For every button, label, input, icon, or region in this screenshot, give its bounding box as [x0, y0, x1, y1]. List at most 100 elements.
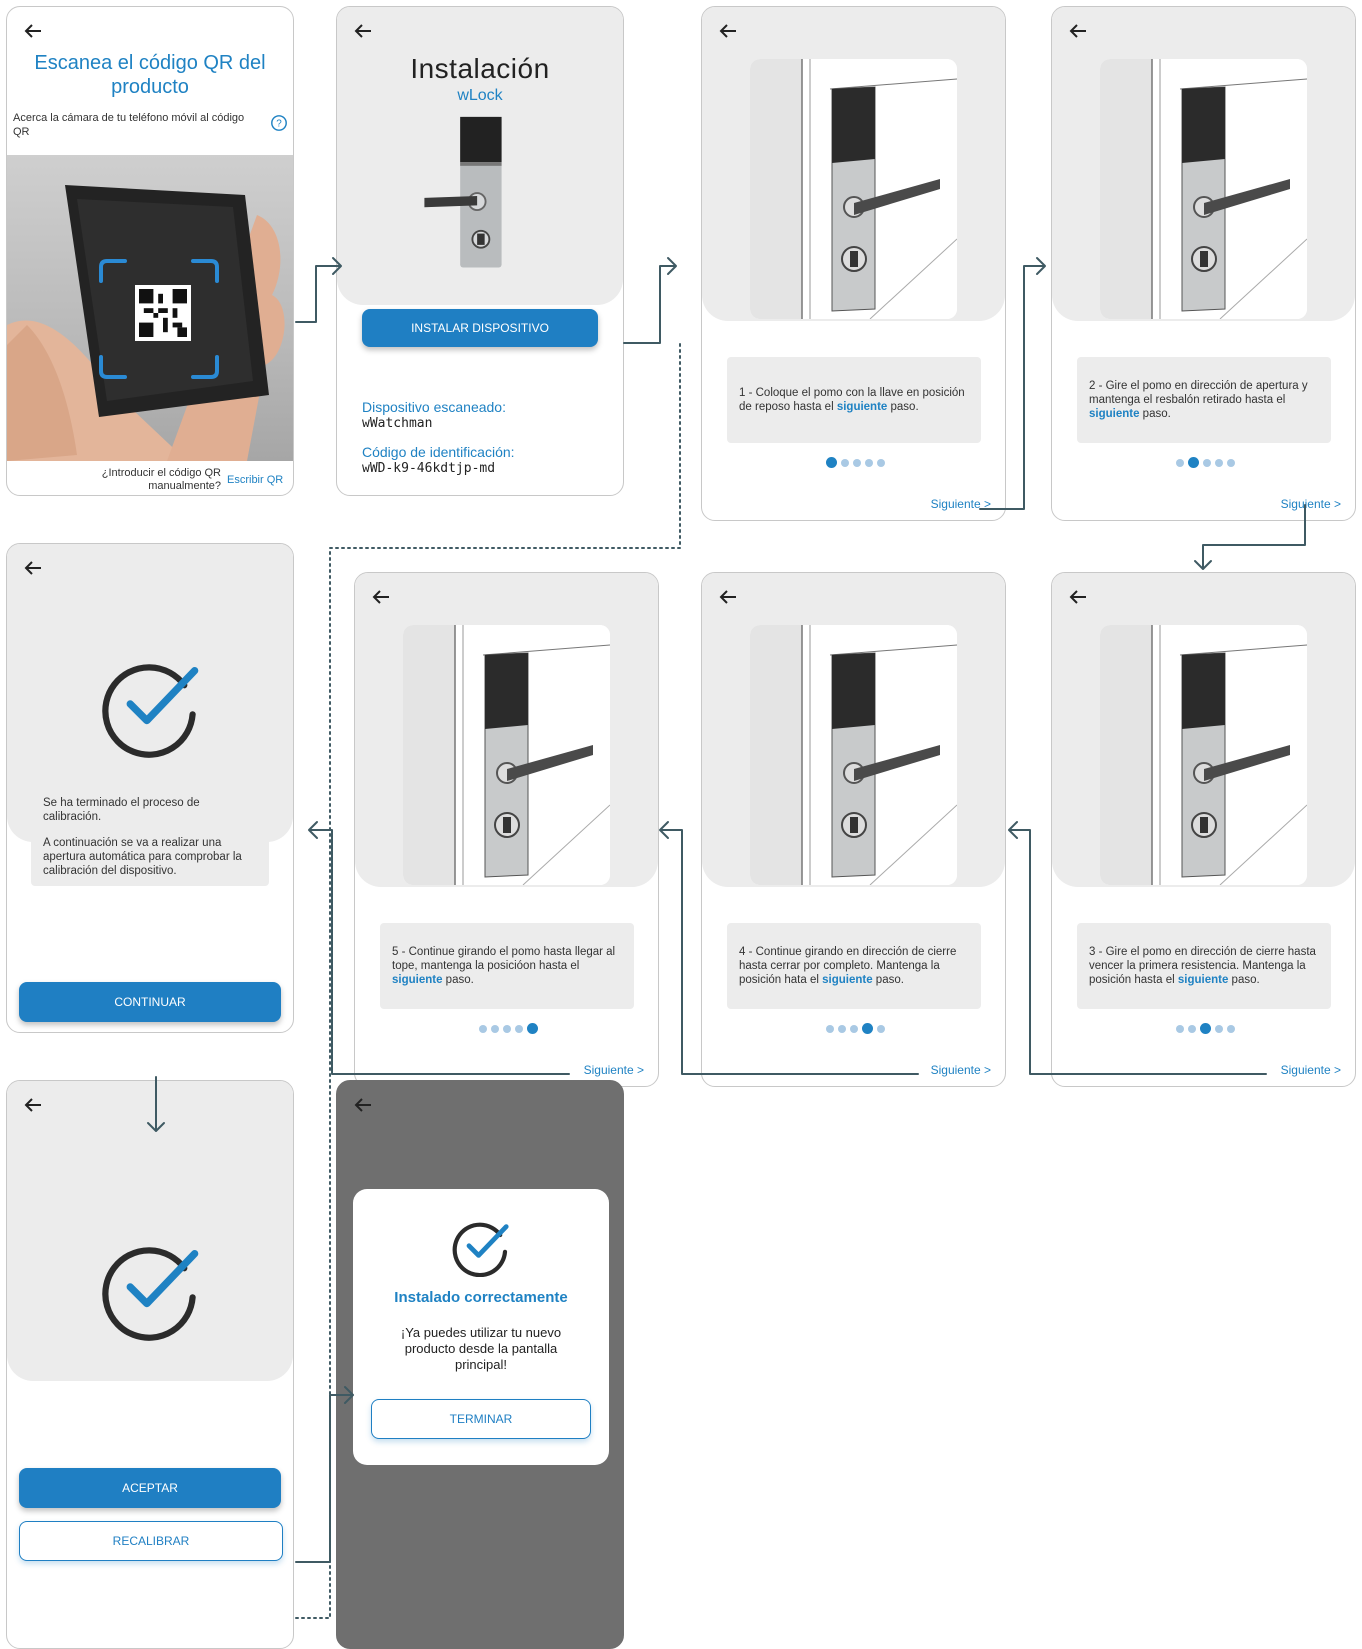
step-instruction-text: 5 - Continue girando el pomo hasta llega… [392, 945, 622, 987]
step-text-link[interactable]: siguiente [837, 401, 887, 413]
step-text-suffix: paso. [887, 401, 919, 413]
step-instruction-text: 4 - Continue girando en dirección de cie… [739, 945, 969, 987]
calibration-done-text: Se ha terminado el proceso de calibració… [43, 797, 200, 823]
pagination-dot [826, 1024, 834, 1033]
pagination-dot [877, 458, 885, 467]
help-icon[interactable]: ? [270, 114, 288, 132]
pagination-dots [479, 1023, 538, 1034]
screen-installation: Instalación wLock INSTALAR DISPOSITIVO D… [336, 6, 624, 496]
success-check-icon [452, 1222, 509, 1277]
next-step-link[interactable]: Siguiente > [931, 497, 991, 511]
install-device-button[interactable]: INSTALAR DISPOSITIVO [362, 309, 598, 347]
scan-frame-icon [99, 259, 219, 379]
scanned-device-label: Dispositivo escaneado: [362, 399, 506, 415]
back-arrow-icon[interactable] [1066, 585, 1090, 609]
step-instruction-card: 2 - Gire el pomo en dirección de apertur… [1077, 357, 1331, 443]
page-title: Escanea el código QR del producto [34, 52, 266, 98]
screen-step-5: 5 - Continue girando el pomo hasta llega… [354, 572, 659, 1087]
pagination-dot [515, 1024, 523, 1033]
success-check-icon [102, 1247, 199, 1341]
step-text-suffix: paso. [872, 974, 904, 986]
next-step-link[interactable]: Siguiente > [1281, 1063, 1341, 1077]
screen-step-3: 3 - Gire el pomo en dirección de cierre … [1051, 572, 1356, 1087]
accept-button[interactable]: ACEPTAR [19, 1468, 281, 1508]
auto-open-text: A continuación se va a realizar una aper… [43, 837, 242, 877]
step-text-suffix: paso. [442, 974, 474, 986]
step-text-link[interactable]: siguiente [1178, 974, 1228, 986]
screen-step-1: 1 - Coloque el pomo con la llave en posi… [701, 6, 1006, 521]
pagination-dot [491, 1024, 499, 1033]
subtitle: Acerca la cámara de tu teléfono móvil al… [13, 112, 245, 138]
success-check-icon [102, 664, 199, 758]
back-arrow-icon[interactable] [716, 19, 740, 43]
page-title: Instalación [410, 53, 550, 84]
pagination-dot [877, 1024, 885, 1033]
next-step-link[interactable]: Siguiente > [584, 1063, 644, 1077]
step-instruction-card: 4 - Continue girando en dirección de cie… [727, 923, 981, 1009]
lock-step-illustration [750, 59, 957, 319]
step-text-suffix: paso. [1139, 408, 1171, 420]
back-arrow-icon[interactable] [21, 19, 45, 43]
continue-button[interactable]: CONTINUAR [19, 982, 281, 1022]
pagination-dot [841, 458, 849, 467]
pagination-dot [1188, 1024, 1196, 1033]
success-dialog: Instalado correctamente ¡Ya puedes utili… [353, 1189, 609, 1465]
pagination-dots [826, 457, 885, 468]
step-instruction-card: 1 - Coloque el pomo con la llave en posi… [727, 357, 981, 443]
step-text-link[interactable]: siguiente [392, 974, 442, 986]
recalibrate-button[interactable]: RECALIBRAR [19, 1521, 283, 1561]
step-text-link[interactable]: siguiente [1089, 408, 1139, 420]
back-arrow-icon[interactable] [21, 1093, 45, 1117]
step-text-suffix: paso. [1228, 974, 1260, 986]
pagination-dot [527, 1023, 538, 1034]
screen-installed-modal: Instalado correctamente ¡Ya puedes utili… [336, 1080, 624, 1649]
finish-button[interactable]: TERMINAR [371, 1399, 591, 1439]
back-arrow-icon[interactable] [351, 19, 375, 43]
step-instruction-text: 2 - Gire el pomo en dirección de apertur… [1089, 379, 1319, 421]
pagination-dot [850, 1024, 858, 1033]
screen-verification: ACEPTAR RECALIBRAR [6, 1080, 294, 1649]
screen-calibration-finished: Se ha terminado el proceso de calibració… [6, 543, 294, 1033]
pagination-dot [1200, 1023, 1211, 1034]
pagination-dot [1188, 457, 1199, 468]
screen-step-4: 4 - Continue girando en dirección de cie… [701, 572, 1006, 1087]
lock-step-illustration [403, 625, 610, 885]
step-instruction-text: 1 - Coloque el pomo con la llave en posi… [739, 386, 969, 414]
next-step-link[interactable]: Siguiente > [931, 1063, 991, 1077]
back-arrow-icon[interactable] [1066, 19, 1090, 43]
lock-step-illustration [750, 625, 957, 885]
screen-scan-qr: Escanea el código QR del producto Acerca… [6, 6, 294, 496]
lock-step-illustration [1100, 625, 1307, 885]
svg-text:?: ? [276, 119, 282, 130]
pagination-dot [479, 1024, 487, 1033]
pagination-dot [838, 1024, 846, 1033]
pagination-dot [1203, 458, 1211, 467]
pagination-dot [503, 1024, 511, 1033]
step-text-link[interactable]: siguiente [822, 974, 872, 986]
back-arrow-icon[interactable] [21, 556, 45, 580]
id-code-value: wWD-k9-46kdtjp-md [362, 461, 496, 476]
back-arrow-icon[interactable] [369, 585, 393, 609]
pagination-dot [1227, 1024, 1235, 1033]
write-qr-link[interactable]: Escribir QR [227, 474, 283, 486]
scanned-device-value: wWatchman [362, 416, 433, 431]
back-arrow-icon[interactable] [716, 585, 740, 609]
lock-device-image [424, 116, 502, 268]
pagination-dot [1215, 458, 1223, 467]
pagination-dot [862, 1023, 873, 1034]
pagination-dot [1176, 1024, 1184, 1033]
back-arrow-icon[interactable] [351, 1093, 375, 1117]
pagination-dot [1227, 458, 1235, 467]
step-instruction-card: 5 - Continue girando el pomo hasta llega… [380, 923, 634, 1009]
pagination-dots [1176, 1023, 1235, 1034]
pagination-dot [1215, 1024, 1223, 1033]
step-text-prefix: 5 - Continue girando el pomo hasta llega… [392, 946, 616, 972]
pagination-dots [1176, 457, 1235, 468]
step-instruction-card: 3 - Gire el pomo en dirección de cierre … [1077, 923, 1331, 1009]
dialog-title: Instalado correctamente [394, 1289, 568, 1306]
pagination-dot [865, 458, 873, 467]
pagination-dot [1176, 458, 1184, 467]
screen-step-2: 2 - Gire el pomo en dirección de apertur… [1051, 6, 1356, 521]
next-step-link[interactable]: Siguiente > [1281, 497, 1341, 511]
product-name: wLock [457, 87, 503, 104]
